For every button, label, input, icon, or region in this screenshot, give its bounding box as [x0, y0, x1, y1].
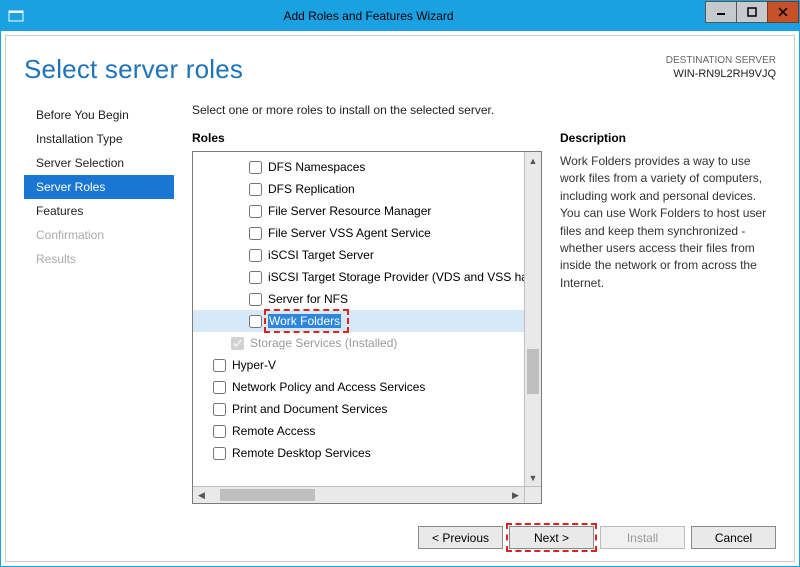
step-server-roles[interactable]: Server Roles: [24, 175, 174, 199]
scroll-corner: [524, 487, 541, 503]
roles-list[interactable]: DFS Namespaces DFS Replication File Server…: [193, 152, 524, 486]
restore-button[interactable]: [736, 1, 768, 23]
role-label: DFS Namespaces: [268, 158, 365, 176]
main-panel: Select one or more roles to install on t…: [192, 103, 776, 504]
role-label: Storage Services (Installed): [250, 334, 397, 352]
roles-column: Roles DFS Namespaces DFS Replication File …: [192, 131, 542, 504]
role-label: Hyper-V: [232, 356, 276, 374]
role-checkbox[interactable]: [213, 359, 226, 372]
role-label: Print and Document Services: [232, 400, 387, 418]
minimize-button[interactable]: [705, 1, 737, 23]
window-title: Add Roles and Features Wizard: [31, 9, 706, 23]
close-button[interactable]: [767, 1, 799, 23]
role-item[interactable]: Print and Document Services: [193, 398, 524, 420]
role-checkbox: [231, 337, 244, 350]
role-label: Server for NFS: [268, 290, 348, 308]
role-checkbox[interactable]: [249, 205, 262, 218]
scroll-up-icon[interactable]: ▲: [525, 152, 541, 169]
wizard-body: Select server roles DESTINATION SERVER W…: [5, 35, 795, 562]
role-item[interactable]: Server for NFS: [193, 288, 524, 310]
hscroll-track[interactable]: [210, 487, 507, 503]
scroll-down-icon[interactable]: ▼: [525, 469, 541, 486]
role-label: Network Policy and Access Services: [232, 378, 425, 396]
step-installation-type[interactable]: Installation Type: [24, 127, 174, 151]
role-label: Work Folders: [268, 312, 341, 330]
app-icon: [1, 8, 31, 24]
content-row: Before You BeginInstallation TypeServer …: [24, 103, 776, 504]
role-checkbox[interactable]: [213, 447, 226, 460]
steps-sidebar: Before You BeginInstallation TypeServer …: [24, 103, 174, 504]
role-checkbox[interactable]: [249, 293, 262, 306]
role-item[interactable]: Remote Access: [193, 420, 524, 442]
install-button: Install: [600, 526, 685, 549]
role-checkbox[interactable]: [213, 381, 226, 394]
header-row: Select server roles DESTINATION SERVER W…: [24, 54, 776, 85]
scroll-right-icon[interactable]: ▶: [507, 487, 524, 503]
roles-box: DFS Namespaces DFS Replication File Server…: [192, 151, 542, 504]
role-item[interactable]: Network Policy and Access Services: [193, 376, 524, 398]
role-checkbox[interactable]: [249, 183, 262, 196]
vscroll-track[interactable]: [525, 169, 541, 469]
wizard-window: Add Roles and Features Wizard Select ser…: [0, 0, 800, 567]
role-label: Remote Access: [232, 422, 315, 440]
role-item[interactable]: DFS Namespaces: [193, 156, 524, 178]
cancel-button[interactable]: Cancel: [691, 526, 776, 549]
role-item[interactable]: Work Folders: [193, 310, 524, 332]
role-checkbox[interactable]: [249, 227, 262, 240]
description-text: Work Folders provides a way to use work …: [560, 153, 776, 292]
description-column: Description Work Folders provides a way …: [560, 131, 776, 504]
destination-label: DESTINATION SERVER: [666, 54, 776, 67]
step-features[interactable]: Features: [24, 199, 174, 223]
instruction-text: Select one or more roles to install on t…: [192, 103, 776, 117]
next-button[interactable]: Next >: [509, 526, 594, 549]
destination-info: DESTINATION SERVER WIN-RN9L2RH9VJQ: [666, 54, 776, 81]
step-confirmation: Confirmation: [24, 223, 174, 247]
role-checkbox[interactable]: [213, 403, 226, 416]
horizontal-scrollbar[interactable]: ◀ ▶: [193, 486, 541, 503]
window-buttons: [706, 1, 799, 31]
role-item[interactable]: iSCSI Target Server: [193, 244, 524, 266]
role-item[interactable]: iSCSI Target Storage Provider (VDS and V…: [193, 266, 524, 288]
buttons-row: < Previous Next > Install Cancel: [24, 516, 776, 549]
step-before-you-begin[interactable]: Before You Begin: [24, 103, 174, 127]
role-checkbox[interactable]: [213, 425, 226, 438]
description-heading: Description: [560, 131, 776, 145]
hscroll-thumb[interactable]: [220, 489, 315, 501]
vertical-scrollbar[interactable]: ▲ ▼: [524, 152, 541, 486]
roles-desc-row: Roles DFS Namespaces DFS Replication File …: [192, 131, 776, 504]
vscroll-thumb[interactable]: [527, 349, 539, 394]
role-label: File Server VSS Agent Service: [268, 224, 431, 242]
titlebar: Add Roles and Features Wizard: [1, 1, 799, 31]
roles-heading: Roles: [192, 131, 542, 145]
role-label: iSCSI Target Storage Provider (VDS and V…: [268, 268, 524, 286]
previous-button[interactable]: < Previous: [418, 526, 503, 549]
role-checkbox[interactable]: [249, 161, 262, 174]
role-item[interactable]: Remote Desktop Services: [193, 442, 524, 464]
role-checkbox[interactable]: [249, 315, 262, 328]
role-label: Remote Desktop Services: [232, 444, 371, 462]
role-label: iSCSI Target Server: [268, 246, 374, 264]
scroll-left-icon[interactable]: ◀: [193, 487, 210, 503]
role-item: Storage Services (Installed): [193, 332, 524, 354]
step-results: Results: [24, 247, 174, 271]
role-label: DFS Replication: [268, 180, 355, 198]
role-item[interactable]: Hyper-V: [193, 354, 524, 376]
destination-name: WIN-RN9L2RH9VJQ: [666, 67, 776, 81]
page-title: Select server roles: [24, 54, 243, 85]
role-checkbox[interactable]: [249, 249, 262, 262]
role-label: File Server Resource Manager: [268, 202, 431, 220]
role-item[interactable]: File Server Resource Manager: [193, 200, 524, 222]
step-server-selection[interactable]: Server Selection: [24, 151, 174, 175]
role-item[interactable]: File Server VSS Agent Service: [193, 222, 524, 244]
role-checkbox[interactable]: [249, 271, 262, 284]
role-item[interactable]: DFS Replication: [193, 178, 524, 200]
